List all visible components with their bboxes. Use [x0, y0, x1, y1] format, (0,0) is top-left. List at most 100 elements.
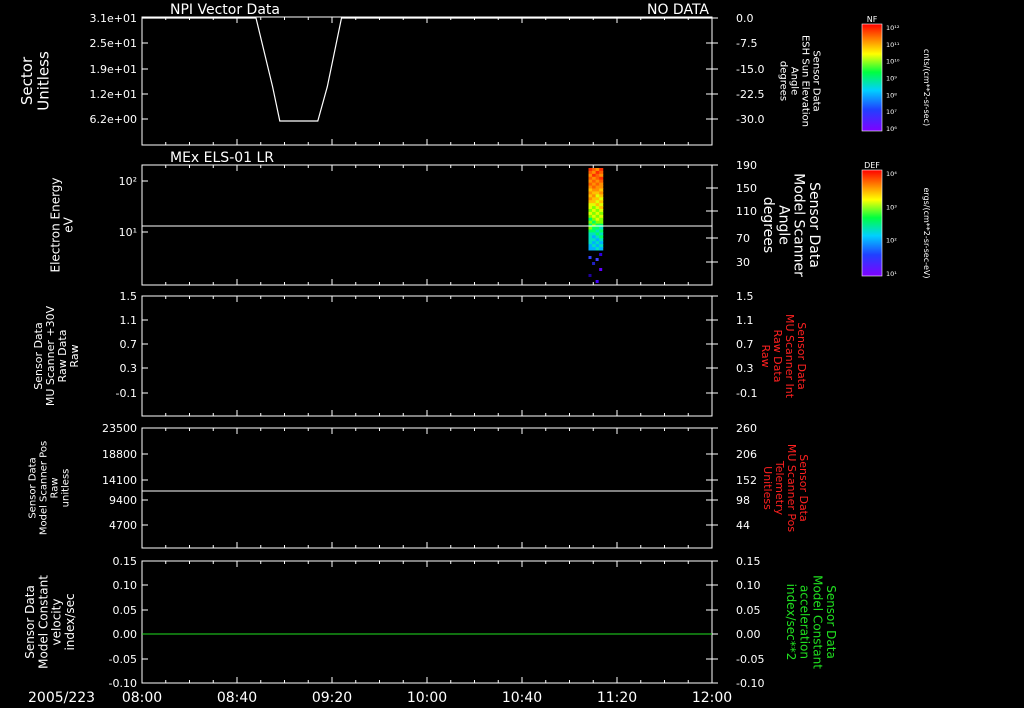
- spectrogram-cell: [599, 170, 604, 175]
- left-axis-label-line: Unitless: [34, 51, 52, 111]
- spectrogram-cell: [599, 229, 604, 233]
- left-tick-label: -0.1: [116, 387, 137, 400]
- left-axis-label-line: Raw Data: [56, 330, 69, 383]
- left-tick-label: 1.5: [120, 290, 138, 303]
- right-tick-label: -7.5: [736, 37, 757, 50]
- spectrogram-cell: [599, 194, 604, 198]
- left-axis-label-line: velocity: [50, 599, 64, 646]
- left-axis-label-line: MU Scanner +30V: [44, 305, 57, 406]
- spectrogram-cell: [592, 229, 597, 233]
- spectrogram-cell: [588, 185, 593, 189]
- right-tick-label: 44: [736, 519, 750, 532]
- spectrogram-cell: [599, 206, 604, 210]
- spectrogram-cell: [599, 200, 604, 204]
- right-tick-label: -30.0: [736, 113, 764, 126]
- left-tick-label: 14100: [102, 474, 137, 487]
- spectrogram-cell: [588, 232, 593, 236]
- spectrogram-cell: [588, 206, 593, 210]
- spectrogram-cell: [599, 244, 604, 248]
- right-axis-label-line: Sensor Data: [811, 50, 822, 111]
- spectrogram-cell: [588, 256, 592, 259]
- right-axis-label: Sensor DataMU Scanner PosTelemetryUnitle…: [761, 444, 810, 533]
- spectrogram-cell: [595, 173, 600, 178]
- spectrogram-cell: [599, 235, 604, 239]
- spectrogram-cell: [588, 188, 593, 192]
- spectrogram-cell: [599, 226, 604, 230]
- x-tick-label: 10:40: [502, 690, 542, 706]
- panel-status: NO DATA: [647, 2, 709, 18]
- date-label: 2005/223: [28, 690, 95, 706]
- right-tick-label: 190: [736, 159, 757, 172]
- x-tick-label: 12:00: [692, 690, 732, 706]
- spectrogram-cell: [588, 223, 593, 228]
- panel-frame: [141, 295, 713, 417]
- left-axis-label-line: Sensor Data: [32, 322, 45, 389]
- left-tick-label: 2.5e+01: [90, 37, 137, 50]
- left-tick-label: 4700: [109, 519, 137, 532]
- panel-frame: [141, 16, 713, 146]
- right-tick-label: 98: [736, 494, 750, 507]
- right-tick-label: 0.3: [736, 362, 754, 375]
- colorbar-unit-label: ergs/(cm**2-sr-sec-eV): [922, 187, 931, 278]
- spectrogram-cell: [592, 200, 597, 204]
- spectrogram-cell: [588, 197, 593, 201]
- spectrogram-cell: [595, 200, 600, 204]
- spectrogram-cell: [599, 176, 604, 181]
- spectrogram-cell: [599, 223, 604, 228]
- spectrogram-cell: [595, 211, 600, 216]
- right-axis-label-line: Sensor Data: [797, 454, 810, 521]
- spectrogram-cell: [595, 226, 600, 230]
- spectrogram-cell: [592, 214, 597, 219]
- spectrogram-cell: [592, 206, 597, 210]
- right-axis-label-line: index/sec**2: [784, 584, 798, 661]
- spectrogram-cell: [588, 220, 593, 225]
- right-axis-label-line: MU Scanner Pos: [785, 444, 798, 533]
- right-axis-label-line: Angle: [789, 67, 800, 95]
- spectrogram-cell: [599, 203, 604, 207]
- right-tick-label: -0.05: [736, 653, 764, 666]
- colorbar-tick-label: 10⁶: [886, 125, 897, 133]
- left-axis-label-line: index/sec: [63, 593, 77, 650]
- left-tick-label: -0.10: [109, 677, 137, 690]
- left-axis-label-line: Model Constant: [36, 575, 50, 669]
- spectrogram-cell: [592, 170, 597, 175]
- spectrogram-cell: [592, 203, 597, 207]
- spectrogram-cell: [595, 232, 600, 236]
- left-axis-label: Sensor DataModel Scanner PosRawunitless: [28, 441, 72, 535]
- colorbar-tick-label: 10²: [886, 237, 897, 245]
- spectrogram-cell: [595, 235, 600, 239]
- right-tick-label: -22.5: [736, 88, 764, 101]
- x-tick-label: 10:00: [407, 690, 447, 706]
- spectrogram-cell: [592, 217, 597, 222]
- spectrogram-cell: [588, 191, 593, 195]
- right-axis-label-line: Sensor Data: [824, 585, 838, 659]
- colorbar-tick-label: 10⁸: [886, 91, 897, 99]
- left-tick-label: 1.1: [120, 314, 138, 327]
- spectrogram-cell: [595, 206, 600, 210]
- left-axis-label-line: Sector: [18, 56, 36, 105]
- spectrogram-cell: [592, 188, 597, 192]
- left-axis-label: Electron EnergyeV: [48, 177, 75, 272]
- spectrogram-cell: [588, 209, 593, 213]
- left-tick-label: 6.2e+00: [90, 113, 137, 126]
- right-tick-label: 206: [736, 448, 757, 461]
- spectrogram-cell: [595, 247, 600, 251]
- left-tick-label: 1.9e+01: [90, 63, 137, 76]
- spectrogram-cell: [595, 238, 600, 242]
- right-tick-label: 0.15: [736, 555, 761, 568]
- spectrogram-cell: [592, 223, 597, 228]
- spectrogram-cell: [588, 226, 593, 230]
- spectrogram-cell: [592, 220, 597, 225]
- right-axis-label: Sensor DataModel ScannerAngledegrees: [760, 173, 822, 277]
- spectrogram-cell: [595, 214, 600, 219]
- left-tick-label: 10²: [119, 175, 137, 188]
- spectrogram-cell: [588, 217, 593, 222]
- spectrogram-cell: [588, 168, 593, 172]
- spectrogram-cell: [588, 241, 593, 245]
- spectrogram-cell: [595, 244, 600, 248]
- right-axis-label-line: Sensor Data: [806, 182, 822, 268]
- colorbar-tick-label: 10⁷: [886, 108, 897, 116]
- spectrogram-cell: [595, 223, 600, 228]
- left-axis-label: SectorUnitless: [18, 51, 53, 111]
- spectrogram-cell: [592, 226, 597, 230]
